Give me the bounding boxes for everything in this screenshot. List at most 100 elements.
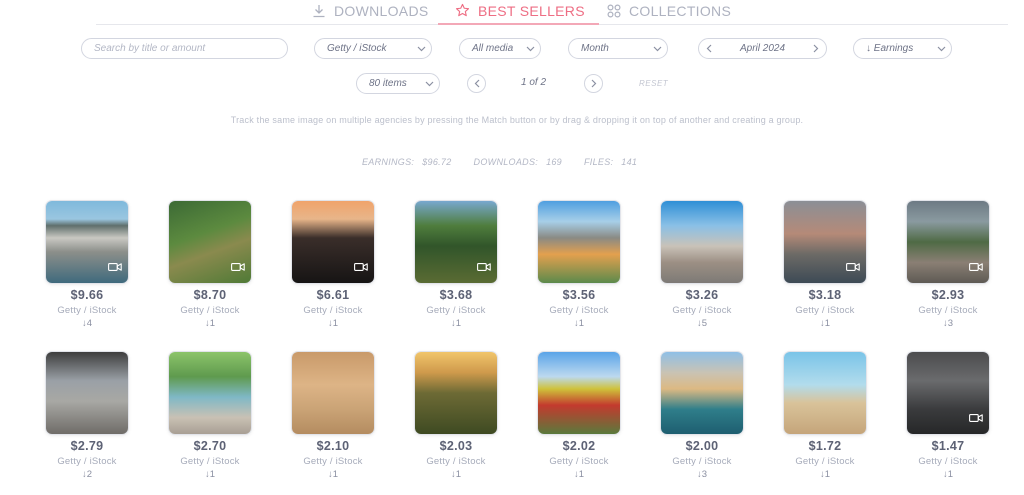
sort-select[interactable]: ↓ Earnings <box>853 38 952 59</box>
tab-bar: DOWNLOADS BEST SELLERS COLLECTIONS <box>0 0 1024 25</box>
files-stat: FILES: 141 <box>584 157 637 167</box>
tab-collections[interactable]: COLLECTIONS <box>607 0 731 24</box>
agency-select[interactable]: Getty / iStock <box>314 38 432 59</box>
download-icon <box>312 4 326 18</box>
tab-collections-label: COLLECTIONS <box>629 2 732 19</box>
tab-downloads-label: DOWNLOADS <box>334 2 429 19</box>
chevron-down-icon <box>520 46 540 52</box>
card-earnings: $2.02 <box>562 439 596 453</box>
grid-icon <box>607 3 621 18</box>
card-agency: Getty / iStock <box>549 305 609 316</box>
media-thumbnail[interactable] <box>292 352 374 434</box>
summary-stats: EARNINGS: $96.72 DOWNLOADS: 169 FILES: 141 <box>362 157 637 167</box>
media-thumbnail[interactable] <box>46 201 128 283</box>
video-camera-icon <box>846 259 860 277</box>
earnings-value: $96.72 <box>422 157 452 167</box>
card-earnings: $3.68 <box>439 288 473 302</box>
card-agency: Getty / iStock <box>57 456 117 467</box>
page-indicator: 1 of 2 <box>521 77 547 88</box>
video-camera-icon <box>477 259 491 277</box>
tab-best-sellers[interactable]: BEST SELLERS <box>438 0 599 25</box>
card-earnings: $2.03 <box>439 439 473 453</box>
media-thumbnail[interactable] <box>415 352 497 434</box>
chevron-left-icon <box>474 75 480 93</box>
card-earnings: $3.26 <box>685 288 719 302</box>
search-placeholder: Search by title or amount <box>94 43 206 54</box>
chevron-right-icon <box>591 75 597 93</box>
downloads-label: DOWNLOADS: <box>473 157 539 167</box>
card-downloads: ↓4 <box>81 318 93 329</box>
card-agency: Getty / iStock <box>426 456 486 467</box>
card-downloads: ↓5 <box>696 318 708 329</box>
items-per-page-select[interactable]: 80 items <box>356 73 440 94</box>
period-select[interactable]: Month <box>568 38 668 59</box>
card-earnings: $2.00 <box>685 439 719 453</box>
card-downloads: ↓1 <box>819 318 831 329</box>
search-input[interactable]: Search by title or amount <box>81 38 288 59</box>
card-downloads: ↓3 <box>942 318 954 329</box>
media-thumbnail[interactable] <box>784 352 866 434</box>
date-picker-value: April 2024 <box>739 43 786 54</box>
prev-page-button[interactable] <box>467 74 486 93</box>
card-downloads: ↓1 <box>204 318 216 329</box>
next-page-button[interactable] <box>584 74 603 93</box>
video-camera-icon <box>969 410 983 428</box>
card-agency: Getty / iStock <box>303 305 363 316</box>
star-icon <box>455 3 470 18</box>
sort-select-value: ↓ Earnings <box>866 43 914 54</box>
period-select-value: Month <box>581 43 609 54</box>
card-agency: Getty / iStock <box>303 456 363 467</box>
media-thumbnail[interactable] <box>46 352 128 434</box>
media-thumbnail[interactable] <box>661 201 743 283</box>
card-agency: Getty / iStock <box>672 456 732 467</box>
card-agency: Getty / iStock <box>180 305 240 316</box>
tab-downloads[interactable]: DOWNLOADS <box>312 0 429 24</box>
card-earnings: $3.18 <box>808 288 842 302</box>
reset-button[interactable]: RESET <box>639 79 668 88</box>
card-earnings: $8.70 <box>193 288 227 302</box>
card-earnings: $1.47 <box>931 439 965 453</box>
card-downloads: ↓1 <box>573 469 585 480</box>
media-thumbnail[interactable] <box>169 201 251 283</box>
media-thumbnail[interactable] <box>415 201 497 283</box>
items-per-page-value: 80 items <box>369 78 407 89</box>
chevron-right-icon[interactable] <box>806 44 826 53</box>
card-downloads: ↓1 <box>942 469 954 480</box>
match-hint-text: Track the same image on multiple agencie… <box>230 115 804 125</box>
video-camera-icon <box>108 259 122 277</box>
video-camera-icon <box>354 259 368 277</box>
media-select[interactable]: All media <box>459 38 541 59</box>
media-thumbnail[interactable] <box>292 201 374 283</box>
card-downloads: ↓3 <box>696 469 708 480</box>
files-value: 141 <box>621 157 638 167</box>
card-earnings: $6.61 <box>316 288 350 302</box>
downloads-value: 169 <box>546 157 562 167</box>
card-downloads: ↓1 <box>327 318 339 329</box>
card-agency: Getty / iStock <box>426 305 486 316</box>
card-downloads: ↓1 <box>327 469 339 480</box>
media-thumbnail[interactable] <box>538 201 620 283</box>
card-downloads: ↓1 <box>819 469 831 480</box>
card-agency: Getty / iStock <box>918 305 978 316</box>
tab-best-sellers-label: BEST SELLERS <box>478 2 585 19</box>
media-thumbnail[interactable] <box>784 201 866 283</box>
media-thumbnail[interactable] <box>538 352 620 434</box>
earnings-label: EARNINGS: <box>362 157 415 167</box>
media-thumbnail[interactable] <box>661 352 743 434</box>
media-thumbnail[interactable] <box>907 201 989 283</box>
card-agency: Getty / iStock <box>549 456 609 467</box>
media-thumbnail[interactable] <box>169 352 251 434</box>
video-camera-icon <box>231 259 245 277</box>
chevron-left-icon[interactable] <box>699 44 719 53</box>
card-earnings: $3.56 <box>562 288 596 302</box>
card-agency: Getty / iStock <box>918 456 978 467</box>
agency-select-value: Getty / iStock <box>327 43 387 54</box>
date-picker[interactable]: April 2024 <box>698 38 827 59</box>
card-downloads: ↓2 <box>81 469 93 480</box>
video-camera-icon <box>969 259 983 277</box>
card-earnings: $2.10 <box>316 439 350 453</box>
card-downloads: ↓1 <box>450 318 462 329</box>
media-thumbnail[interactable] <box>907 352 989 434</box>
chevron-down-icon <box>931 46 951 52</box>
files-label: FILES: <box>583 157 614 167</box>
